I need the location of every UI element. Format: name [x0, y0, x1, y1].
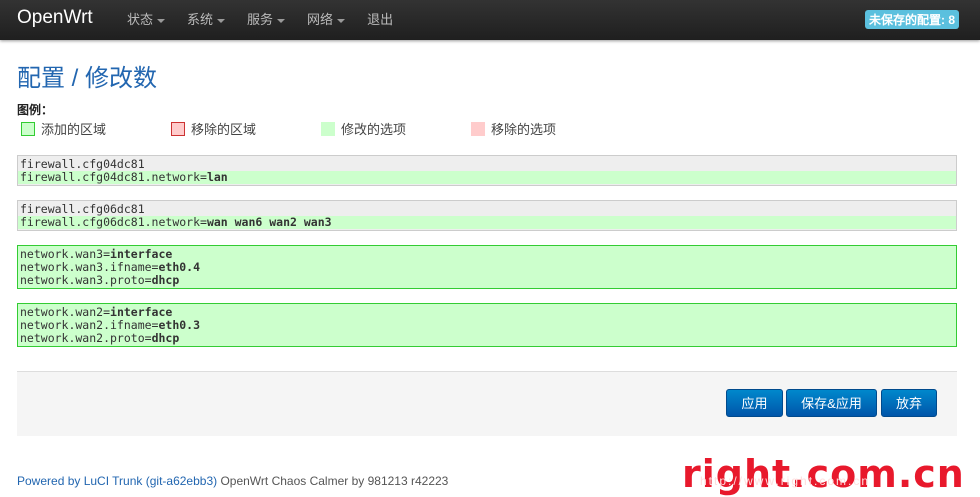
option-key: network.wan2.proto=	[20, 331, 152, 345]
legend-label: 添加的区域	[41, 122, 107, 137]
menu-item-label: 状态	[127, 12, 154, 27]
footer: Powered by LuCI Trunk (git-a62ebb3) Open…	[17, 474, 448, 488]
option-key: network.wan2.ifname=	[20, 318, 159, 332]
change-line: firewall.cfg06dc81.network=wan wan6 wan2…	[18, 216, 956, 229]
option-key: firewall.cfg04dc81.network=	[20, 170, 207, 184]
option-key: network.wan3=	[20, 247, 111, 261]
menu-item-1[interactable]: 系统	[187, 0, 226, 40]
option-value: eth0.4	[158, 260, 201, 274]
option-key: firewall.cfg06dc81.network=	[20, 215, 207, 229]
save-apply-button[interactable]: 保存&应用	[786, 389, 877, 417]
apply-button[interactable]: 应用	[726, 389, 783, 417]
luci-link[interactable]: Powered by LuCI Trunk (git-a62ebb3)	[17, 474, 217, 488]
change-block: firewall.cfg04dc81 firewall.cfg04dc81.net…	[17, 155, 957, 186]
legend-item: 添加的区域	[21, 119, 106, 138]
menu-item-0[interactable]: 状态	[127, 0, 166, 40]
option-key: network.wan2=	[20, 305, 111, 319]
revert-button[interactable]: 放弃	[881, 389, 937, 417]
legend-item: 移除的区域	[171, 119, 256, 138]
legend-label: 修改的选项	[341, 122, 407, 137]
chevron-down-icon	[217, 18, 226, 23]
option-key: network.wan3.ifname=	[20, 260, 159, 274]
legend-item: 移除的选项	[471, 119, 556, 138]
option-key: firewall.cfg06dc81	[20, 202, 145, 216]
change-line: network.wan3.proto=dhcp	[18, 274, 956, 287]
option-value: interface	[110, 247, 173, 261]
menu-item-label: 服务	[247, 12, 274, 27]
unsaved-changes-badge[interactable]: 未保存的配置: 8	[864, 10, 959, 29]
menu-item-label: 系统	[187, 12, 214, 27]
brand-logo[interactable]: OpenWrt	[17, 7, 93, 29]
menu-item-3[interactable]: 网络	[307, 0, 346, 40]
option-key: firewall.cfg04dc81	[20, 157, 145, 171]
legend-item: 修改的选项	[321, 119, 406, 138]
watermark-url: http://www.right.com.cn	[700, 474, 871, 488]
legend-swatch	[21, 121, 35, 136]
legend-swatch	[171, 121, 185, 136]
main-menu: 状态 系统 服务 网络 退出	[127, 0, 415, 40]
menu-item-2[interactable]: 服务	[247, 0, 286, 40]
top-navbar: OpenWrt 状态 系统 服务 网络 退出 未保存的配置: 8	[0, 0, 980, 40]
chevron-down-icon	[157, 18, 166, 23]
change-block: network.wan3=interface network.wan3.ifnam…	[17, 245, 957, 289]
option-value: eth0.3	[158, 318, 201, 332]
option-value: lan	[206, 170, 228, 184]
legend-title: 图例：	[17, 103, 54, 117]
legend: 添加的区域 移除的区域 修改的选项 移除的选项	[21, 119, 621, 137]
change-block: network.wan2=interface network.wan2.ifnam…	[17, 303, 957, 347]
menu-item-label: 退出	[367, 12, 394, 27]
chevron-down-icon	[277, 18, 286, 23]
option-value: wan wan6 wan2 wan3	[206, 215, 332, 229]
legend-label: 移除的区域	[191, 122, 257, 137]
legend-swatch	[471, 121, 485, 136]
menu-item-4[interactable]: 退出	[367, 0, 393, 40]
page-title: 配置 / 修改数	[17, 65, 158, 92]
action-bar: 应用 保存&应用 放弃	[17, 371, 957, 436]
change-line: firewall.cfg04dc81.network=lan	[18, 171, 956, 184]
option-value: dhcp	[151, 331, 180, 345]
legend-label: 移除的选项	[491, 122, 557, 137]
option-value: dhcp	[151, 273, 180, 287]
option-key: network.wan3.proto=	[20, 273, 152, 287]
legend-swatch	[321, 121, 335, 136]
footer-text: OpenWrt Chaos Calmer by 981213 r42223	[217, 474, 449, 488]
menu-item-label: 网络	[307, 12, 334, 27]
option-value: interface	[110, 305, 173, 319]
change-line: network.wan2.proto=dhcp	[18, 332, 956, 345]
chevron-down-icon	[337, 18, 346, 23]
change-block: firewall.cfg06dc81 firewall.cfg06dc81.net…	[17, 200, 957, 231]
